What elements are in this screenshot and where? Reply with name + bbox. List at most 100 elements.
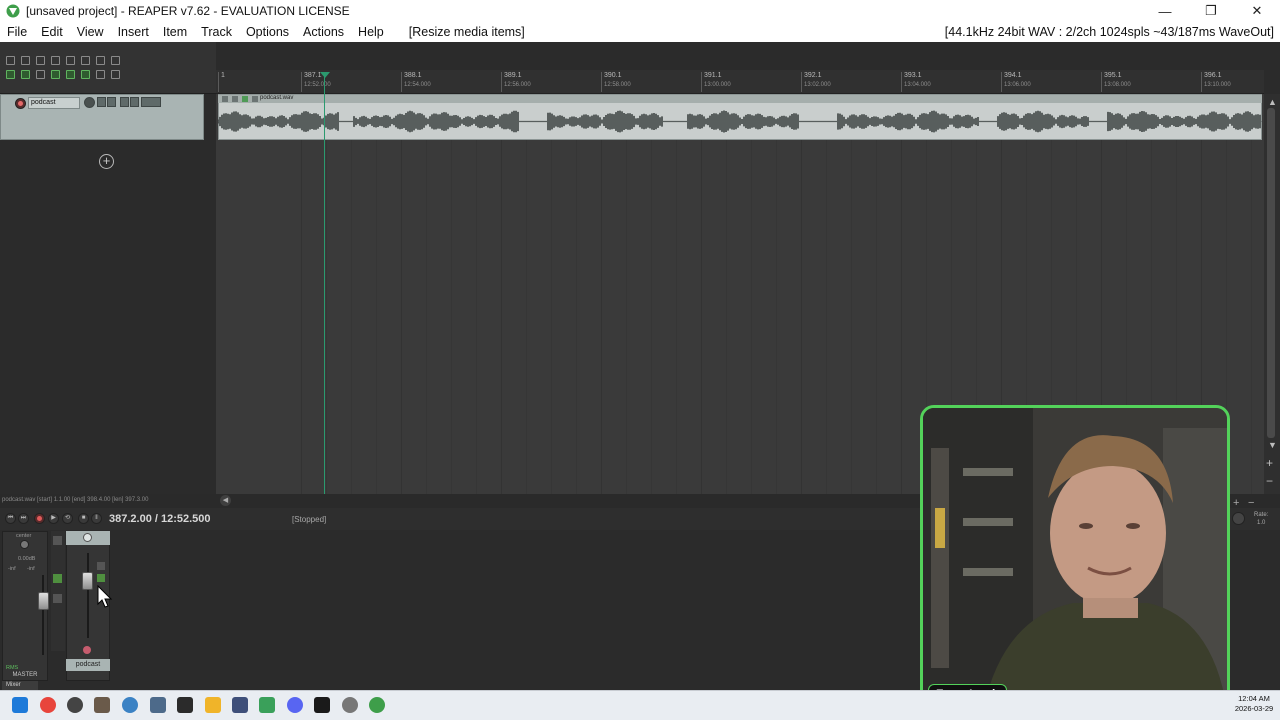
grid-line — [901, 94, 902, 494]
track-fader-handle[interactable] — [82, 572, 93, 590]
menu-track[interactable]: Track — [194, 25, 239, 39]
rate-value[interactable]: 1.0 — [1257, 520, 1265, 526]
track-solo-icon[interactable] — [97, 562, 105, 570]
rate-knob-icon[interactable] — [1232, 512, 1245, 525]
scroll-up-icon[interactable]: ▲ — [1268, 97, 1277, 107]
document-icon[interactable] — [259, 697, 275, 713]
close-button[interactable]: ✕ — [1234, 0, 1280, 22]
master-rms-label[interactable]: RMS — [6, 665, 18, 671]
track-rec-arm-icon[interactable] — [83, 646, 91, 654]
file-explorer-icon[interactable] — [205, 697, 221, 713]
ruler-time-label: 13:06.000 — [1004, 82, 1031, 88]
audio-device-info[interactable]: [44.1kHz 24bit WAV : 2/2ch 1024spls ~43/… — [945, 25, 1280, 39]
ripple-edit-icon[interactable] — [21, 70, 30, 79]
track-pan-knob-icon[interactable] — [83, 533, 92, 542]
envelope-icon[interactable] — [51, 70, 60, 79]
waveform — [218, 110, 1262, 133]
track-strip-label[interactable]: podcast — [66, 659, 110, 671]
remove-icon[interactable]: − — [1248, 497, 1254, 509]
scroll-left-icon[interactable]: ◀ — [220, 495, 231, 506]
grid-subline — [576, 94, 577, 494]
time-display[interactable]: 387.2.00 / 12:52.500 — [109, 513, 211, 525]
stop-icon[interactable]: ■ — [78, 513, 89, 524]
menu-item[interactable]: Item — [156, 25, 194, 39]
app-icon[interactable] — [94, 697, 110, 713]
grid-subline — [451, 94, 452, 494]
scroll-down-icon[interactable]: ▼ — [1268, 440, 1277, 450]
grid-icon[interactable] — [6, 70, 15, 79]
pause-icon[interactable]: ‖ — [91, 513, 102, 524]
metronome-icon[interactable] — [111, 56, 120, 65]
master-io-icon[interactable] — [53, 536, 62, 545]
save-project-icon[interactable] — [36, 56, 45, 65]
go-to-end-icon[interactable]: ⏭ — [18, 513, 29, 524]
master-fader-handle[interactable] — [38, 592, 49, 610]
menu-insert[interactable]: Insert — [111, 25, 156, 39]
menu-edit[interactable]: Edit — [34, 25, 70, 39]
mixer-tab[interactable]: Mixer — [2, 681, 38, 690]
chrome-icon[interactable] — [40, 697, 56, 713]
zoom-out-icon[interactable]: − — [1266, 474, 1273, 488]
project-settings-icon[interactable] — [51, 56, 60, 65]
track-env-icon[interactable] — [97, 574, 105, 582]
transport-state: [Stopped] — [292, 515, 327, 524]
settings-icon[interactable] — [342, 697, 358, 713]
menu-view[interactable]: View — [70, 25, 111, 39]
redo-icon[interactable] — [81, 56, 90, 65]
grid-subline — [426, 94, 427, 494]
undo-icon[interactable] — [66, 56, 75, 65]
vertical-scrollbar-thumb[interactable] — [1267, 108, 1275, 438]
menu-file[interactable]: File — [0, 25, 34, 39]
item-mute-icon[interactable] — [232, 96, 238, 102]
maximize-button[interactable]: ❐ — [1188, 0, 1234, 22]
master-env-icon[interactable] — [53, 574, 62, 583]
reaper-taskbar-icon[interactable] — [369, 697, 385, 713]
track-name-field[interactable]: podcast — [28, 97, 80, 109]
item-grouping-icon[interactable] — [66, 70, 75, 79]
item-take-icon[interactable] — [252, 96, 258, 102]
route-button[interactable] — [130, 97, 139, 107]
mute-button[interactable] — [97, 97, 106, 107]
volume-knob-icon[interactable] — [84, 97, 95, 108]
add-icon[interactable]: + — [1233, 497, 1239, 509]
fx-button[interactable] — [120, 97, 129, 107]
snap-icon[interactable] — [36, 70, 45, 79]
zoom-in-icon[interactable]: + — [1266, 456, 1273, 470]
item-lock-icon[interactable] — [222, 96, 228, 102]
record-arm-button[interactable] — [15, 98, 26, 109]
browser-icon[interactable] — [122, 697, 138, 713]
pencil-icon[interactable] — [111, 70, 120, 79]
play-icon[interactable]: ▶ — [48, 513, 59, 524]
github-icon[interactable] — [67, 697, 83, 713]
discord-icon[interactable] — [287, 697, 303, 713]
share-icon[interactable] — [232, 697, 248, 713]
network-icon[interactable] — [150, 697, 166, 713]
menu-options[interactable]: Options — [239, 25, 296, 39]
lock-icon[interactable] — [96, 56, 105, 65]
open-project-icon[interactable] — [21, 56, 30, 65]
edit-cursor-marker[interactable] — [320, 72, 330, 78]
ruler-time-label: 12:56.000 — [504, 82, 531, 88]
track-envelope-button[interactable] — [141, 97, 161, 107]
terminal-icon[interactable] — [177, 697, 193, 713]
solo-button[interactable] — [107, 97, 116, 107]
menu-help[interactable]: Help — [351, 25, 391, 39]
master-fx-icon[interactable] — [53, 594, 62, 603]
add-track-button[interactable]: + — [99, 154, 114, 169]
system-clock[interactable]: 12:04 AM 2026-03-29 — [1230, 694, 1278, 714]
new-project-icon[interactable] — [6, 56, 15, 65]
console-icon[interactable] — [314, 697, 330, 713]
master-pan-knob-icon[interactable] — [20, 540, 29, 549]
master-fader-track[interactable] — [42, 575, 44, 655]
track-fader-track[interactable] — [87, 553, 89, 638]
go-to-start-icon[interactable]: ⏮ — [5, 513, 16, 524]
loop-icon[interactable] — [81, 70, 90, 79]
loop-repeat-icon[interactable]: ⟲ — [62, 513, 73, 524]
record-icon[interactable] — [34, 513, 45, 524]
item-fx-icon[interactable] — [242, 96, 248, 102]
windows-start-icon[interactable] — [12, 697, 28, 713]
lock-settings-icon[interactable] — [96, 70, 105, 79]
menu-actions[interactable]: Actions — [296, 25, 351, 39]
minimize-button[interactable]: — — [1142, 0, 1188, 22]
master-volume-label: 0.00dB — [18, 556, 36, 562]
